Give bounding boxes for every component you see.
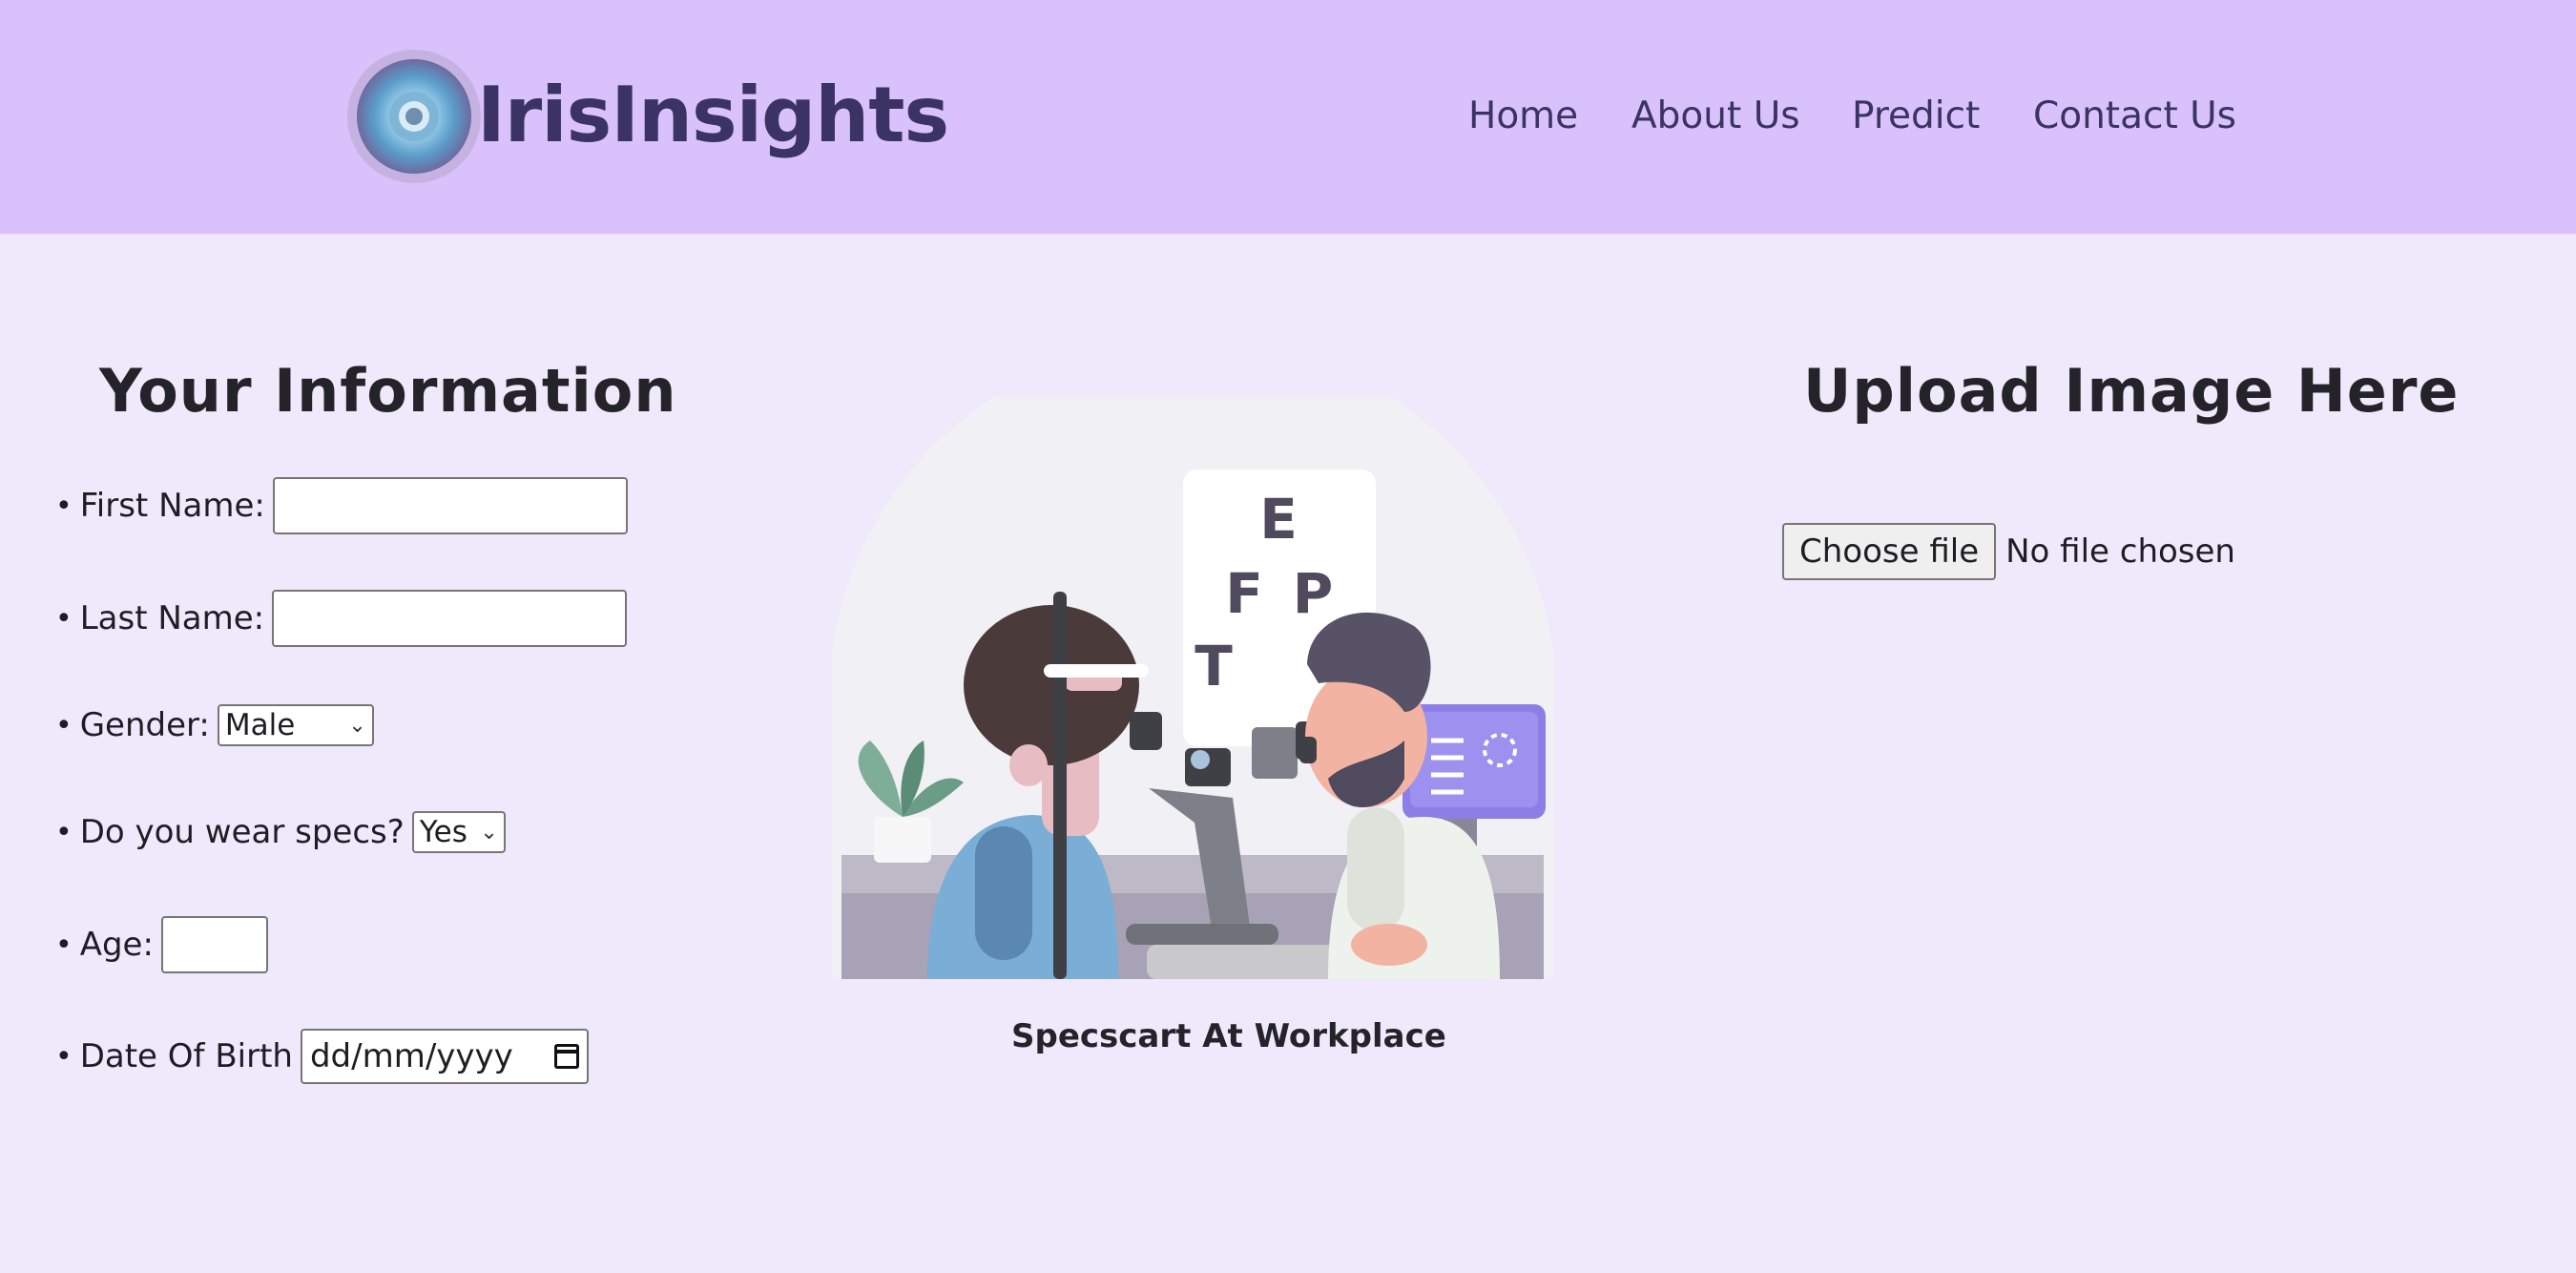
dob-input[interactable]: dd/mm/yyyy (300, 1029, 589, 1084)
bullet: • (55, 815, 73, 849)
iris-eye-icon (347, 50, 481, 183)
age-input[interactable] (160, 916, 268, 973)
chevron-down-icon: ⌄ (348, 713, 366, 738)
chart-letter-f: F (1225, 561, 1263, 626)
specs-row: • Do you wear specs? Yes ⌄ (55, 811, 506, 853)
file-upload: Choose file No file chosen (1782, 523, 2235, 580)
bullet: • (55, 928, 73, 962)
calendar-icon[interactable] (553, 1044, 579, 1069)
chevron-down-icon: ⌄ (480, 820, 498, 845)
chart-letter-t: T (1195, 634, 1233, 699)
dob-placeholder: dd/mm/yyyy (309, 1037, 513, 1075)
last-name-row: • Last Name: (55, 590, 628, 647)
dob-label: Date Of Birth (79, 1037, 293, 1075)
last-name-label: Last Name: (79, 599, 265, 637)
top-header: IrisInsights Home About Us Predict Conta… (0, 0, 2576, 234)
chart-letter-e: E (1259, 487, 1298, 552)
age-row: • Age: (55, 916, 268, 973)
dob-row: • Date Of Birth dd/mm/yyyy (55, 1029, 589, 1084)
gender-selected: Male (224, 708, 296, 742)
bullet: • (55, 601, 73, 636)
gender-label: Gender: (79, 706, 210, 744)
nav-contact-us[interactable]: Contact Us (2033, 88, 2236, 145)
nav-about-us[interactable]: About Us (1631, 88, 1800, 145)
first-name-input[interactable] (272, 477, 628, 534)
specs-select[interactable]: Yes ⌄ (411, 811, 506, 853)
your-information-heading: Your Information (99, 356, 677, 426)
last-name-input[interactable] (272, 590, 628, 647)
illustration-caption: Specscart At Workplace (1011, 1017, 1446, 1055)
chart-letter-p: P (1293, 561, 1334, 626)
file-status: No file chosen (2005, 532, 2235, 571)
gender-row: • Gender: Male ⌄ (55, 704, 374, 746)
choose-file-button[interactable]: Choose file (1782, 523, 1997, 580)
optometrist-illustration: E F P T (832, 397, 1553, 979)
age-label: Age: (79, 926, 154, 964)
upload-image-heading: Upload Image Here (1803, 356, 2460, 426)
gender-select[interactable]: Male ⌄ (217, 704, 374, 746)
specs-label: Do you wear specs? (79, 813, 405, 851)
brand-name: IrisInsights (477, 71, 949, 159)
first-name-row: • First Name: (55, 477, 628, 534)
bullet: • (55, 1039, 73, 1074)
specs-selected: Yes (419, 815, 467, 849)
bullet: • (55, 708, 73, 742)
first-name-label: First Name: (79, 487, 265, 525)
bullet: • (55, 489, 73, 523)
nav-predict[interactable]: Predict (1852, 88, 1980, 145)
nav-home[interactable]: Home (1468, 88, 1578, 145)
